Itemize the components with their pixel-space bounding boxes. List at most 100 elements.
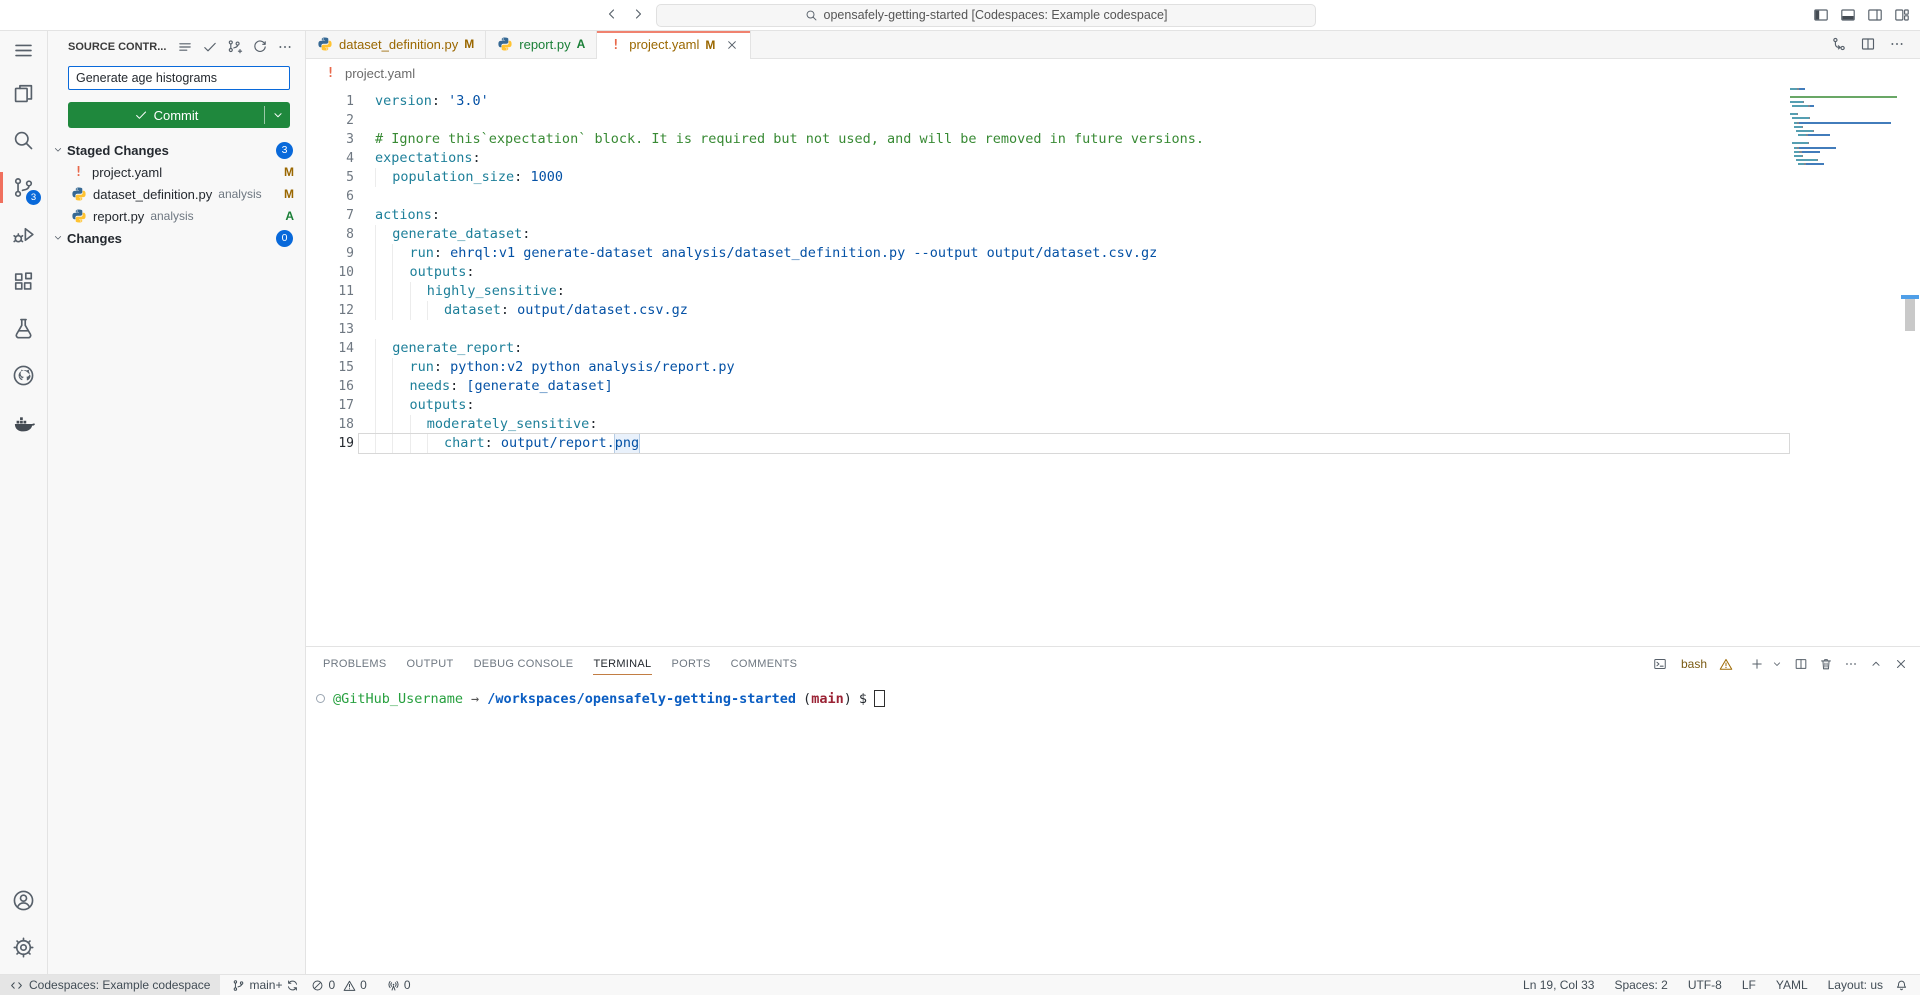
refresh-icon[interactable] — [252, 39, 268, 55]
activity-search-icon[interactable] — [0, 117, 47, 164]
panel-tab-terminal[interactable]: TERMINAL — [583, 647, 661, 680]
terminal-dropdown-icon[interactable] — [1771, 658, 1783, 670]
terminal-prompt[interactable]: @GitHub_Username → /workspaces/opensafel… — [314, 689, 1920, 708]
minimap-line — [1790, 92, 1898, 94]
indent-guide — [410, 415, 427, 434]
yaml-warning-icon: ! — [323, 66, 338, 81]
indent-guide — [410, 282, 427, 301]
breadcrumb[interactable]: ! project.yaml — [306, 59, 1920, 87]
code-line[interactable]: 8generate_dataset: — [306, 225, 1792, 244]
code-line[interactable]: 16needs: [generate_dataset] — [306, 377, 1792, 396]
notifications-bell-icon[interactable] — [1889, 975, 1914, 995]
branch-status[interactable]: main+ — [226, 975, 305, 995]
activity-github-icon[interactable] — [0, 352, 47, 399]
tree-section-changes[interactable]: Changes0 — [48, 227, 305, 249]
code-line[interactable]: 5population_size: 1000 — [306, 168, 1792, 187]
code-line[interactable]: 15run: python:v2 python analysis/report.… — [306, 358, 1792, 377]
activity-explorer-icon[interactable] — [0, 70, 47, 117]
more-actions-icon[interactable] — [1889, 36, 1905, 52]
split-terminal-icon[interactable] — [1794, 657, 1808, 671]
remote-indicator[interactable]: Codespaces: Example codespace — [0, 975, 220, 995]
activity-extensions-icon[interactable] — [0, 258, 47, 305]
indentation-status[interactable]: Spaces: 2 — [1608, 975, 1673, 995]
shell-label[interactable]: bash — [1681, 657, 1707, 671]
toggle-sidebar-icon[interactable] — [1813, 7, 1829, 23]
eol-status[interactable]: LF — [1736, 975, 1762, 995]
minimap-line — [1790, 113, 1898, 115]
activity-testing-icon[interactable] — [0, 305, 47, 352]
terminal[interactable]: @GitHub_Username → /workspaces/opensafel… — [306, 680, 1920, 708]
tab-dataset_definition.py[interactable]: dataset_definition.pyM — [306, 30, 486, 58]
ports-status[interactable]: 0 — [381, 975, 417, 995]
code-line[interactable]: 9run: ehrql:v1 generate-dataset analysis… — [306, 244, 1792, 263]
panel-tab-problems[interactable]: PROBLEMS — [323, 647, 397, 680]
split-editor-icon[interactable] — [1860, 36, 1876, 52]
panel-tab-ports[interactable]: PORTS — [661, 647, 720, 680]
commit-message-input[interactable] — [68, 66, 290, 90]
code-line[interactable]: 4expectations: — [306, 149, 1792, 168]
encoding-status[interactable]: UTF-8 — [1682, 975, 1728, 995]
cursor-position[interactable]: Ln 19, Col 33 — [1517, 975, 1600, 995]
more-actions-icon[interactable] — [1844, 657, 1858, 671]
tree-section-staged-changes[interactable]: Staged Changes3 — [48, 139, 305, 161]
file-row-report.py[interactable]: report.pyanalysisA — [48, 205, 305, 227]
commit-dropdown-button[interactable] — [265, 102, 290, 128]
activity-docker-icon[interactable] — [0, 399, 47, 446]
maximize-panel-icon[interactable] — [1869, 657, 1883, 671]
code-line[interactable]: 13 — [306, 320, 1792, 339]
code-line[interactable]: 19chart: output/report.png — [306, 434, 1792, 453]
toggle-panel-icon[interactable] — [1840, 7, 1856, 23]
code-token: : — [434, 358, 450, 377]
keyboard-layout[interactable]: Layout: us — [1822, 975, 1889, 995]
warning-icon — [1719, 657, 1733, 671]
forward-icon[interactable] — [630, 6, 648, 24]
code-line[interactable]: 10outputs: — [306, 263, 1792, 282]
code-line[interactable]: 11highly_sensitive: — [306, 282, 1792, 301]
branch-create-icon[interactable] — [227, 39, 243, 55]
language-mode[interactable]: YAML — [1770, 975, 1814, 995]
command-center-search[interactable]: opensafely-getting-started [Codespaces: … — [656, 4, 1316, 27]
code-line[interactable]: 18moderately_sensitive: — [306, 415, 1792, 434]
activity-run-debug-icon[interactable] — [0, 211, 47, 258]
panel-tab-comments[interactable]: COMMENTS — [721, 647, 808, 680]
code-line[interactable]: 17outputs: — [306, 396, 1792, 415]
activity-menu-icon[interactable] — [0, 30, 47, 70]
code-line[interactable]: 14generate_report: — [306, 339, 1792, 358]
new-terminal-icon[interactable] — [1750, 657, 1764, 671]
code-line[interactable]: 7actions: — [306, 206, 1792, 225]
file-row-project.yaml[interactable]: !project.yamlM — [48, 161, 305, 183]
tab-project.yaml[interactable]: !project.yamlM — [597, 30, 751, 59]
code-editor[interactable]: 1version: '3.0'23# Ignore this`expectati… — [306, 86, 1920, 647]
activity-source-control-icon[interactable]: 3 — [0, 164, 47, 211]
commit-button[interactable]: Commit — [68, 102, 264, 128]
code-line[interactable]: 3# Ignore this`expectation` block. It is… — [306, 130, 1792, 149]
code-line[interactable]: 2 — [306, 111, 1792, 130]
overview-ruler[interactable] — [1900, 86, 1920, 647]
close-panel-icon[interactable] — [1894, 657, 1908, 671]
scrollbar-thumb[interactable] — [1905, 299, 1915, 331]
warning-icon — [343, 979, 356, 992]
tab-report.py[interactable]: report.pyA — [486, 30, 597, 58]
code-line[interactable]: 12dataset: output/dataset.csv.gz — [306, 301, 1792, 320]
code-token: output/dataset.csv.gz — [517, 301, 688, 320]
kill-terminal-icon[interactable] — [1819, 657, 1833, 671]
open-changes-icon[interactable] — [1831, 36, 1847, 52]
problems-status[interactable]: 0 0 — [305, 975, 372, 995]
code-line[interactable]: 1version: '3.0' — [306, 92, 1792, 111]
more-actions-icon[interactable] — [277, 39, 293, 55]
file-row-dataset_definition.py[interactable]: dataset_definition.pyanalysisM — [48, 183, 305, 205]
panel-tab-debug-console[interactable]: DEBUG CONSOLE — [464, 647, 584, 680]
commit-check-icon[interactable] — [202, 39, 218, 55]
line-number: 15 — [306, 358, 375, 377]
activity-accounts-icon[interactable] — [0, 877, 47, 924]
customize-layout-icon[interactable] — [1894, 7, 1910, 23]
back-icon[interactable] — [604, 6, 622, 24]
activity-settings-gear-icon[interactable] — [0, 924, 47, 971]
view-as-list-icon[interactable] — [177, 39, 193, 55]
close-icon[interactable] — [725, 38, 739, 52]
minimap[interactable] — [1790, 88, 1898, 168]
panel-tab-output[interactable]: OUTPUT — [397, 647, 464, 680]
code-line[interactable]: 6 — [306, 187, 1792, 206]
indent-guide — [375, 434, 392, 453]
toggle-secondary-sidebar-icon[interactable] — [1867, 7, 1883, 23]
